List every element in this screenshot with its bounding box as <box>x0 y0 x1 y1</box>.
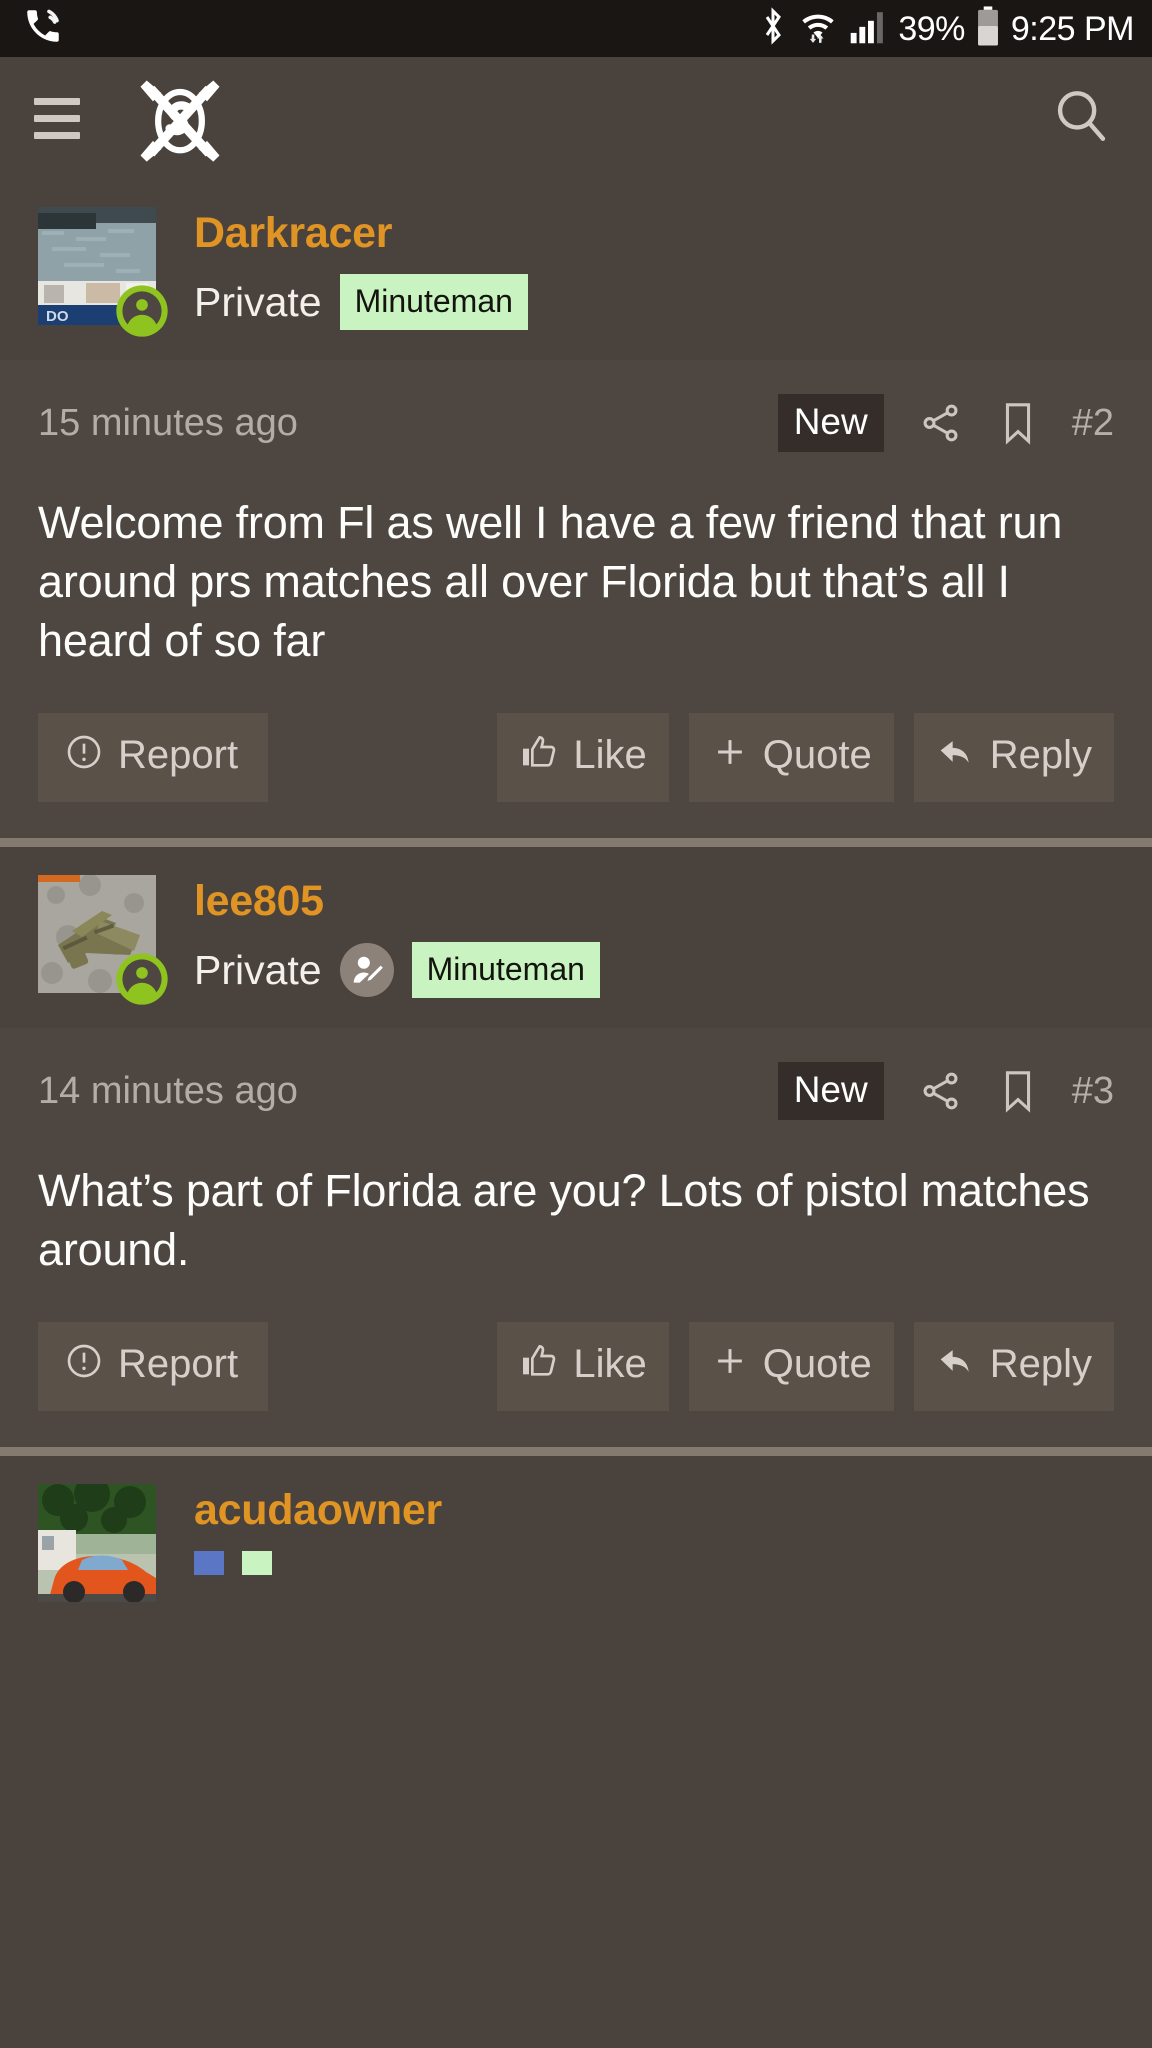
exclamation-circle-icon <box>64 1341 104 1388</box>
like-button[interactable]: Like <box>497 712 669 802</box>
post-divider <box>0 1446 1152 1456</box>
post-number[interactable]: #2 <box>1072 404 1114 442</box>
bookmark-icon[interactable] <box>998 400 1038 446</box>
post-item: DO Darkracer Private Minuteman 15 minute… <box>0 179 1152 838</box>
post-author-header: DO Darkracer Private Minuteman <box>0 179 1152 361</box>
post-timestamp: 14 minutes ago <box>38 1070 298 1113</box>
plus-icon <box>711 1342 749 1387</box>
post-author-header: acudaowner <box>0 1455 1152 1632</box>
post-number[interactable]: #3 <box>1072 1072 1114 1110</box>
svg-text:DO: DO <box>46 308 69 325</box>
app-bar <box>0 57 1152 179</box>
author-info: acudaowner <box>194 1484 442 1576</box>
exclamation-circle-icon <box>64 732 104 779</box>
avatar-image[interactable] <box>38 1483 156 1602</box>
avatar[interactable]: DO <box>38 207 168 337</box>
report-button[interactable]: Report <box>38 712 269 802</box>
reply-arrow-icon <box>936 732 976 779</box>
post-meta-row: 15 minutes ago New #2 <box>38 394 1114 453</box>
hamburger-menu-icon[interactable] <box>34 97 80 139</box>
post-divider <box>0 837 1152 847</box>
reply-button[interactable]: Reply <box>913 712 1114 802</box>
battery-icon <box>976 5 1000 52</box>
status-bar: 39% 9:25 PM <box>0 0 1152 57</box>
quote-button[interactable]: Quote <box>688 712 894 802</box>
bluetooth-icon <box>759 6 787 51</box>
author-username[interactable]: lee805 <box>194 878 600 924</box>
author-staff-badge <box>194 1551 224 1576</box>
thumbs-up-icon <box>519 732 559 779</box>
post-message: Welcome from Fl as well I have a few fri… <box>38 497 1063 667</box>
author-rank-label: Private <box>194 278 322 325</box>
thumbs-up-icon <box>519 1341 559 1388</box>
author-rank-row: Private Minuteman <box>194 274 528 331</box>
report-label: Report <box>118 733 239 778</box>
author-username[interactable]: Darkracer <box>194 210 528 256</box>
new-badge: New <box>777 1062 884 1121</box>
avatar[interactable] <box>38 1483 156 1602</box>
post-actions: Report Like Quote Reply <box>38 712 1114 838</box>
status-bar-left <box>22 5 64 52</box>
post-meta-actions: New #3 <box>777 1062 1114 1121</box>
cell-signal-icon <box>849 7 887 50</box>
report-button[interactable]: Report <box>38 1321 269 1411</box>
author-title-badge <box>242 1551 272 1576</box>
post-actions: Report Like Quote Reply <box>38 1321 1114 1447</box>
sniperhide-logo-icon[interactable] <box>128 66 232 170</box>
post-body: 14 minutes ago New #3 What’s part of Flo… <box>0 1028 1152 1447</box>
like-label: Like <box>573 1342 647 1387</box>
post-meta-row: 14 minutes ago New #3 <box>38 1062 1114 1121</box>
phone-in-call-icon <box>22 5 64 52</box>
author-rank-row: Private Minuteman <box>194 942 600 999</box>
search-icon[interactable] <box>1050 85 1112 152</box>
author-rank-label: Private <box>194 946 322 993</box>
author-rank-row <box>194 1551 442 1576</box>
online-status-icon <box>114 951 170 1007</box>
user-edit-icon[interactable] <box>339 943 394 998</box>
new-badge: New <box>777 394 884 453</box>
share-icon[interactable] <box>918 1068 964 1114</box>
reply-arrow-icon <box>936 1341 976 1388</box>
bookmark-icon[interactable] <box>998 1068 1038 1114</box>
post-timestamp: 15 minutes ago <box>38 402 298 445</box>
avatar[interactable] <box>38 874 168 1005</box>
post-item: lee805 Private Minuteman 14 minutes ago … <box>0 846 1152 1447</box>
quote-label: Quote <box>762 733 872 778</box>
battery-percent-label: 39% <box>898 9 965 48</box>
author-title-badge: Minuteman <box>339 274 528 331</box>
like-label: Like <box>573 733 647 778</box>
report-label: Report <box>118 1342 239 1387</box>
post-meta-actions: New #2 <box>777 394 1114 453</box>
reply-label: Reply <box>989 1342 1092 1387</box>
post-author-header: lee805 Private Minuteman <box>0 846 1152 1029</box>
author-title-badge: Minuteman <box>411 942 600 999</box>
plus-icon <box>711 733 749 778</box>
clock-label: 9:25 PM <box>1010 9 1135 48</box>
quote-button[interactable]: Quote <box>688 1321 894 1411</box>
share-icon[interactable] <box>918 400 964 446</box>
reply-label: Reply <box>989 733 1092 778</box>
forum-thread-screen: 39% 9:25 PM DO Darkracer Private Minutem… <box>0 0 1152 2048</box>
status-bar-right: 39% 9:25 PM <box>759 5 1135 52</box>
like-button[interactable]: Like <box>497 1321 669 1411</box>
author-info: Darkracer Private Minuteman <box>194 207 528 331</box>
wifi-icon <box>798 7 838 50</box>
author-info: lee805 Private Minuteman <box>194 875 600 999</box>
post-item: acudaowner <box>0 1455 1152 1632</box>
post-body: 15 minutes ago New #2 Welcome from Fl as… <box>0 360 1152 838</box>
reply-button[interactable]: Reply <box>913 1321 1114 1411</box>
online-status-icon <box>114 283 170 339</box>
author-username[interactable]: acudaowner <box>194 1487 442 1533</box>
quote-label: Quote <box>762 1342 872 1387</box>
post-message: What’s part of Florida are you? Lots of … <box>38 1165 1090 1276</box>
